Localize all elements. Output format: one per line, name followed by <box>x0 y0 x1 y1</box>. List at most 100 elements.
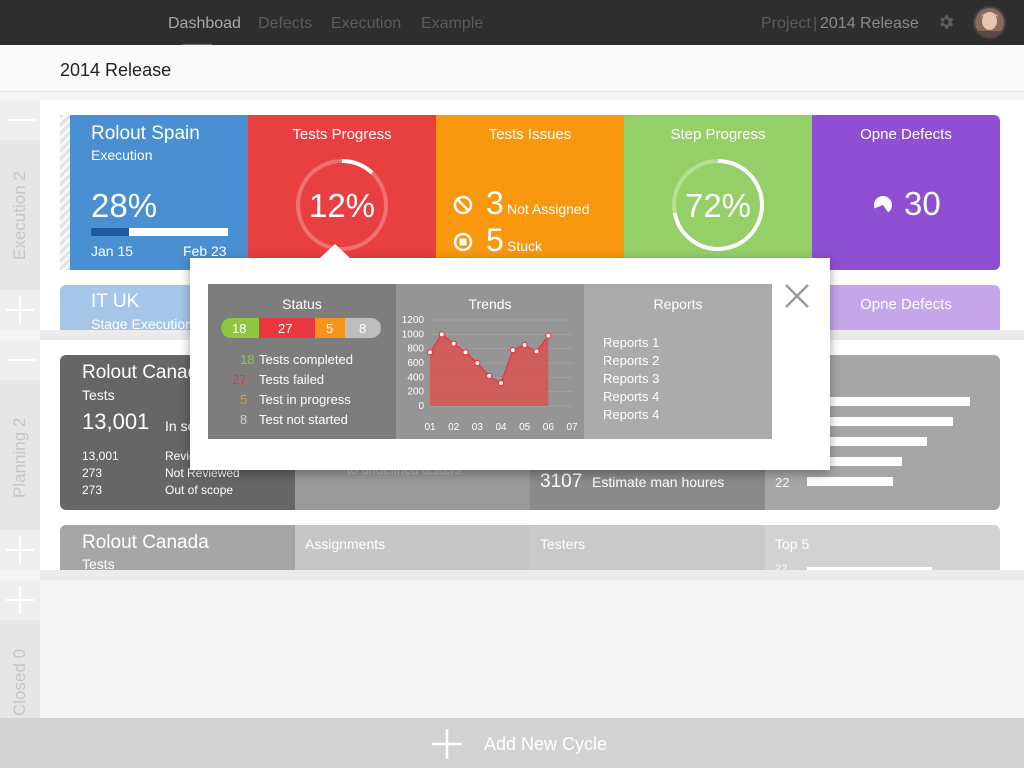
cycle-progress-fill <box>91 228 130 236</box>
section-planning-label: Planning 2 <box>10 417 29 498</box>
report-link[interactable]: Reports 4 <box>603 407 659 422</box>
not-assigned-label: Not Assigned <box>507 201 590 217</box>
open-defects-count: 30 <box>904 185 941 222</box>
trend-area <box>430 334 549 406</box>
assignments-tile[interactable]: Assignments <box>295 525 530 570</box>
x-tick-label: 05 <box>519 422 531 433</box>
collapse-execution-button[interactable] <box>0 100 40 140</box>
plus-icon <box>6 296 34 324</box>
status-segment-not-started: 8 <box>345 318 381 338</box>
not-started-label: Test not started <box>259 412 348 427</box>
reviewed-value: 13,001 <box>82 449 119 463</box>
cycle-summary-tile[interactable]: Rolout Spain Execution 28% Jan 15 Feb 23 <box>70 115 248 270</box>
trends-panel: Trends 1200 1000 800 600 400 200 0 01 02 03 04 05 06… <box>396 284 584 439</box>
top5-bar <box>807 477 893 486</box>
completed-count: 18 <box>240 352 255 367</box>
top5-last-value: 22 <box>775 475 790 490</box>
testers-title: Testers <box>540 536 586 552</box>
defect-pie-icon <box>874 196 892 215</box>
trend-point <box>485 372 493 380</box>
add-cycle-label: Add New Cycle <box>484 734 608 754</box>
section-execution-label: Execution 2 <box>10 171 29 260</box>
report-link[interactable]: Reports 1 <box>603 335 659 350</box>
trends-chart: 1200 1000 800 600 400 200 001 02 03 04 05 06 07 <box>402 315 578 433</box>
trend-point <box>462 349 469 356</box>
status-segment-failed: 27 <box>259 318 315 338</box>
open-defects-title: Opne Defects <box>860 126 952 143</box>
drag-handle[interactable] <box>60 115 70 270</box>
x-tick-label: 01 <box>424 422 436 433</box>
out-of-scope-value: 273 <box>82 483 103 497</box>
tests-issues-tile[interactable]: Tests Issues 3 Not Assigned 5 Stuck <box>436 115 624 270</box>
y-tick-label: 0 <box>418 401 424 412</box>
nav-dashboard[interactable]: Dashboad <box>168 15 241 33</box>
user-avatar[interactable] <box>973 6 1006 39</box>
planning-total: 13,001 <box>82 409 150 434</box>
cycle-end-date: Feb 23 <box>183 243 227 259</box>
open-defects-title: Opne Defects <box>860 296 952 313</box>
add-planning-button[interactable] <box>0 530 40 570</box>
nav-example[interactable]: Example <box>421 15 483 33</box>
report-link[interactable]: Reports 2 <box>603 353 659 368</box>
project-label: Project <box>761 15 811 32</box>
in-progress-label: Test in progress <box>259 392 351 407</box>
top5-tile[interactable]: Top 5 22 <box>765 525 1000 570</box>
failed-label: Tests failed <box>259 372 325 387</box>
plus-icon <box>6 586 34 614</box>
trend-point <box>521 341 528 349</box>
y-tick-label: 600 <box>407 358 424 369</box>
y-tick-label: 1200 <box>402 315 425 326</box>
planning-subtitle: Tests <box>82 556 115 570</box>
status-segment-in-progress: 5 <box>315 318 345 338</box>
out-of-scope-label: Out of scope <box>165 483 234 497</box>
not-assigned-count: 3 <box>486 185 504 221</box>
testers-tile[interactable]: Testers <box>530 525 765 570</box>
add-execution-button[interactable] <box>0 290 40 330</box>
trend-point <box>438 331 446 338</box>
report-link[interactable]: Reports 3 <box>603 371 659 386</box>
status-title: Status <box>282 296 322 312</box>
planning-summary-tile[interactable]: Rolout Canada Tests <box>60 525 295 570</box>
cycle-name: Rolout Spain <box>91 123 200 144</box>
popup-pointer <box>320 244 350 258</box>
collapse-planning-button[interactable] <box>0 340 40 380</box>
step-progress-value: 72% <box>684 187 752 224</box>
open-defects-tile[interactable]: Opne Defects <box>812 285 1000 330</box>
hours-value: 3107 <box>540 471 583 492</box>
add-closed-button[interactable] <box>0 580 40 620</box>
status-panel: Status 18 27 5 8 18 Tests completed 27 T… <box>208 284 396 439</box>
close-icon[interactable] <box>784 283 810 309</box>
stuck-label: Stuck <box>507 238 543 254</box>
stuck-count: 5 <box>486 222 504 258</box>
report-link[interactable]: Reports 4 <box>603 389 659 404</box>
assignments-title: Assignments <box>305 536 386 552</box>
reports-title: Reports <box>653 296 703 312</box>
cycle-percent: 28% <box>91 187 158 224</box>
plus-icon <box>432 729 462 759</box>
open-defects-tile[interactable]: Opne Defects 30 <box>812 115 1000 270</box>
planning-name: Rolout Canada <box>82 532 209 553</box>
cycle-name: IT UK <box>91 291 140 312</box>
add-cycle-bar[interactable]: Add New Cycle <box>0 718 1024 768</box>
step-progress-title: Step Progress <box>670 126 766 143</box>
trend-point <box>497 379 505 387</box>
not-reviewed-value: 273 <box>82 466 103 480</box>
y-tick-label: 1000 <box>402 329 425 340</box>
status-segment-completed: 18 <box>221 318 259 338</box>
trend-point <box>509 346 517 354</box>
x-tick-label: 07 <box>566 422 578 433</box>
trend-point <box>533 348 540 355</box>
top5-bar <box>807 397 971 406</box>
step-progress-tile[interactable]: Step Progress 72% <box>624 115 812 270</box>
top-nav-bar: Dashboad Defects Execution Example Proje… <box>0 0 1024 47</box>
gear-icon[interactable] <box>937 13 955 31</box>
page-title: 2014 Release <box>60 60 172 80</box>
nav-execution[interactable]: Execution <box>331 15 401 33</box>
status-segment-bar: 18 27 5 8 <box>221 318 381 338</box>
project-name[interactable]: 2014 Release <box>820 15 919 33</box>
tests-progress-title: Tests Progress <box>292 126 392 143</box>
failed-count: 27 <box>232 372 247 387</box>
in-progress-count: 5 <box>240 392 248 407</box>
reports-panel: Reports Reports 1 Reports 2 Reports 3 Re… <box>584 284 772 439</box>
nav-defects[interactable]: Defects <box>258 15 312 33</box>
